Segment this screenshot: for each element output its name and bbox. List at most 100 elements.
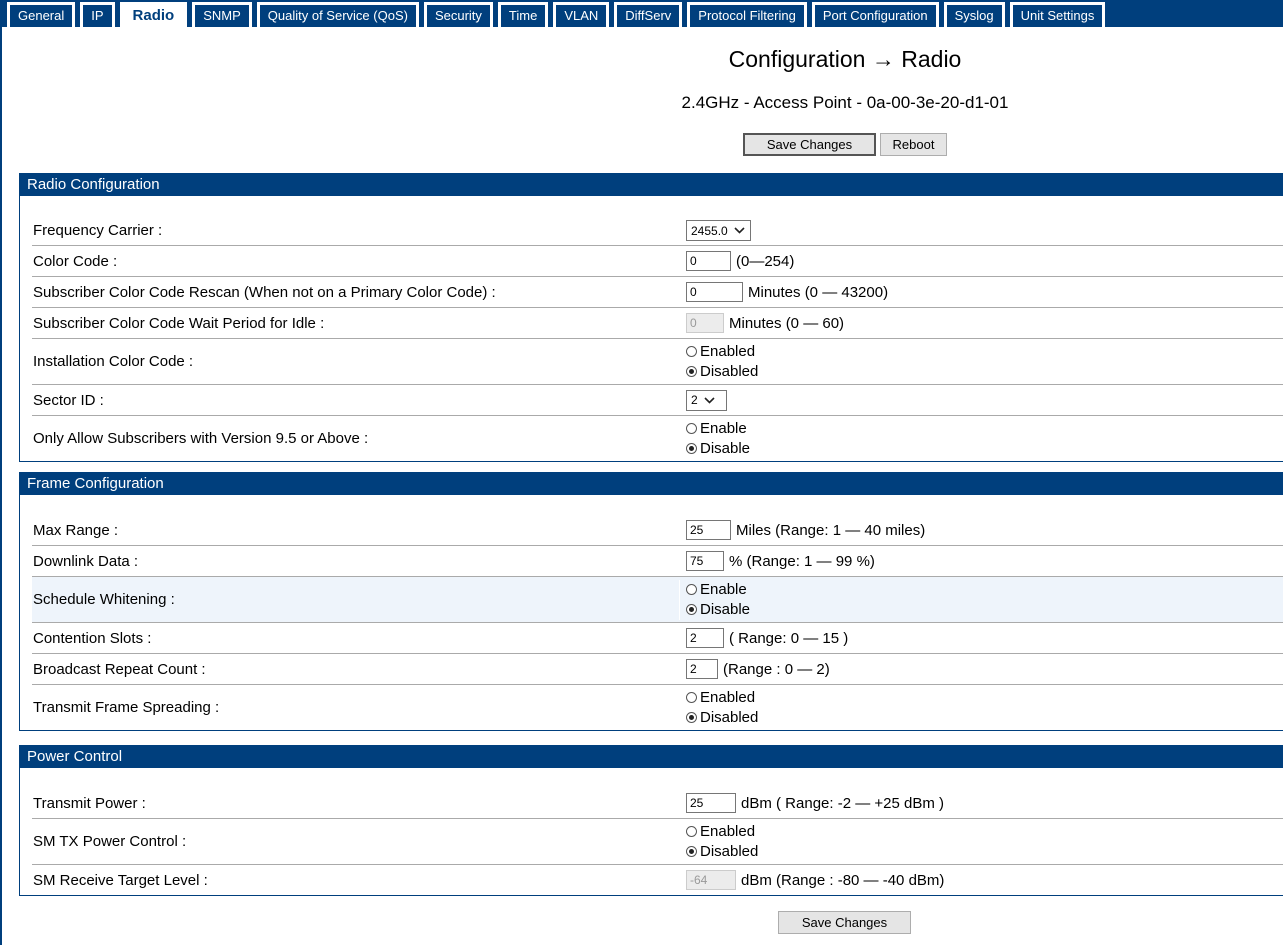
radio-button[interactable] xyxy=(686,423,697,434)
radio-label: Enabled xyxy=(700,688,756,706)
row-only-allow-subscribers-with-version-9-5-or-above: Only Allow Subscribers with Version 9.5 … xyxy=(32,416,1283,461)
radio-button[interactable] xyxy=(686,692,697,703)
tab-general[interactable]: General xyxy=(7,2,76,27)
range-hint: % (Range: 1 — 99 %) xyxy=(729,552,875,570)
tab-syslog[interactable]: Syslog xyxy=(943,2,1005,27)
field-value: % (Range: 1 — 99 %) xyxy=(679,551,1283,571)
radio-button[interactable] xyxy=(686,443,697,454)
field-value: dBm ( Range: -2 — +25 dBm ) xyxy=(679,793,1283,813)
row-subscriber-color-code-rescan-when-not-on-a-primary-color-code: Subscriber Color Code Rescan (When not o… xyxy=(32,277,1283,308)
row-downlink-data: Downlink Data : % (Range: 1 — 99 %) xyxy=(32,546,1283,577)
tab-diffserv[interactable]: DiffServ xyxy=(614,2,683,27)
tab-protocol-filtering[interactable]: Protocol Filtering xyxy=(687,2,807,27)
radio-button[interactable] xyxy=(686,584,697,595)
tab-port-configuration[interactable]: Port Configuration xyxy=(811,2,939,27)
field-value: Enabled Disabled xyxy=(679,688,1283,728)
radio-button[interactable] xyxy=(686,366,697,377)
radio-enable[interactable]: Enable xyxy=(686,580,750,600)
field-label: Transmit Power : xyxy=(33,794,146,812)
field-label: SM TX Power Control : xyxy=(33,833,187,850)
radio-button[interactable] xyxy=(686,846,697,857)
radio-label: Enable xyxy=(700,580,747,598)
chevron-down-icon xyxy=(704,396,715,404)
field-label: Transmit Frame Spreading : xyxy=(33,699,220,716)
field-label: Broadcast Repeat Count : xyxy=(33,660,206,678)
tab-radio[interactable]: Radio xyxy=(119,2,188,27)
section-header: Radio Configuration xyxy=(20,174,1283,196)
section-frame-configuration: Frame Configuration Max Range : Miles (Ran… xyxy=(19,472,1283,731)
radio-disabled[interactable]: Disabled xyxy=(686,362,758,382)
save-changes-bottom-button[interactable]: Save Changes xyxy=(778,911,911,934)
radio-label: Enable xyxy=(700,419,747,437)
tab-unit-settings[interactable]: Unit Settings xyxy=(1009,2,1106,27)
field-value: Enable Disable xyxy=(679,419,1283,459)
radio-label: Enabled xyxy=(700,342,756,360)
field-value: 0 Minutes (0 — 60) xyxy=(679,313,1283,333)
tab-security[interactable]: Security xyxy=(423,2,493,27)
field-value: (Range : 0 — 2) xyxy=(679,659,1283,679)
device-subtitle: 2.4GHz - Access Point - 0a-00-3e-20-d1-0… xyxy=(681,93,1009,112)
radio-disabled[interactable]: Disabled xyxy=(686,842,758,862)
chevron-down-icon xyxy=(734,227,745,234)
field-label: SM Receive Target Level : xyxy=(33,871,208,889)
transmit-power-input[interactable] xyxy=(686,793,736,813)
contention-slots-input[interactable] xyxy=(686,628,724,648)
field-value: Enable Disable xyxy=(679,579,1283,620)
radio-button[interactable] xyxy=(686,712,697,723)
tab-snmp[interactable]: SNMP xyxy=(192,2,252,27)
tab-time[interactable]: Time xyxy=(497,2,549,27)
field-value: Miles (Range: 1 — 40 miles) xyxy=(679,520,1283,540)
radio-button[interactable] xyxy=(686,346,697,357)
row-frequency-carrier: Frequency Carrier : 2455.0 xyxy=(32,216,1283,246)
field-value: ( Range: 0 — 15 ) xyxy=(679,628,1283,648)
field-label: Downlink Data : xyxy=(33,552,139,570)
range-hint: (Range : 0 — 2) xyxy=(723,660,830,678)
row-schedule-whitening: Schedule Whitening : Enable Disable xyxy=(32,577,1283,623)
radio-disable[interactable]: Disable xyxy=(686,600,750,620)
row-transmit-frame-spreading: Transmit Frame Spreading : Enabled Disable… xyxy=(32,685,1283,730)
downlink-data-input[interactable] xyxy=(686,551,724,571)
field-value: Minutes (0 — 43200) xyxy=(679,282,1283,302)
row-color-code: Color Code : (0—254) xyxy=(32,246,1283,277)
field-label: Subscriber Color Code Wait Period for Id… xyxy=(33,314,325,332)
radio-enabled[interactable]: Enabled xyxy=(686,822,758,842)
broadcast-repeat-count-input[interactable] xyxy=(686,659,718,679)
section-power-control: Power Control Transmit Power : dBm ( Range… xyxy=(19,745,1283,896)
radio-label: Disabled xyxy=(700,842,759,860)
row-sm-tx-power-control: SM TX Power Control : Enabled Disabled xyxy=(32,819,1283,865)
field-value: 2 xyxy=(679,389,1283,411)
tab-quality-of-service-qos[interactable]: Quality of Service (QoS) xyxy=(256,2,419,27)
range-hint: (0—254) xyxy=(736,252,795,270)
radio-disable[interactable]: Disable xyxy=(686,439,750,459)
frequency-carrier-select[interactable]: 2455.0 xyxy=(686,220,751,241)
range-hint: ( Range: 0 — 15 ) xyxy=(729,629,849,647)
color-code-input[interactable] xyxy=(686,251,731,271)
radio-label: Disable xyxy=(700,439,751,457)
save-changes-button[interactable]: Save Changes xyxy=(743,133,876,156)
radio-enable[interactable]: Enable xyxy=(686,419,750,439)
tab-vlan[interactable]: VLAN xyxy=(553,2,610,27)
section-radio-configuration: Radio Configuration Frequency Carrier : 24… xyxy=(19,173,1283,462)
range-hint: Minutes (0 — 60) xyxy=(729,314,845,332)
tab-ip[interactable]: IP xyxy=(80,2,115,27)
field-value: Enabled Disabled xyxy=(679,342,1283,382)
field-label: Sector ID : xyxy=(33,391,104,409)
row-broadcast-repeat-count: Broadcast Repeat Count : (Range : 0 — 2) xyxy=(32,654,1283,685)
field-label: Schedule Whitening : xyxy=(33,591,175,608)
radio-button[interactable] xyxy=(686,826,697,837)
row-max-range: Max Range : Miles (Range: 1 — 40 miles) xyxy=(32,515,1283,546)
section-header: Frame Configuration xyxy=(20,473,1283,495)
subscriber-color-code-rescan-when-not-on-a-primary-color-code-input[interactable] xyxy=(686,282,743,302)
max-range-input[interactable] xyxy=(686,520,731,540)
radio-enabled[interactable]: Enabled xyxy=(686,342,758,362)
field-label: Color Code : xyxy=(33,252,118,270)
field-label: Only Allow Subscribers with Version 9.5 … xyxy=(33,430,369,447)
section-header: Power Control xyxy=(20,746,1283,768)
reboot-button[interactable]: Reboot xyxy=(880,133,947,156)
sector-id-select[interactable]: 2 xyxy=(686,389,727,411)
radio-disabled[interactable]: Disabled xyxy=(686,708,758,728)
field-value: -64 dBm (Range : -80 — -40 dBm) xyxy=(679,870,1283,890)
radio-enabled[interactable]: Enabled xyxy=(686,688,758,708)
radio-button[interactable] xyxy=(686,604,697,615)
sm-receive-target-level-input-disabled: -64 xyxy=(686,870,736,890)
